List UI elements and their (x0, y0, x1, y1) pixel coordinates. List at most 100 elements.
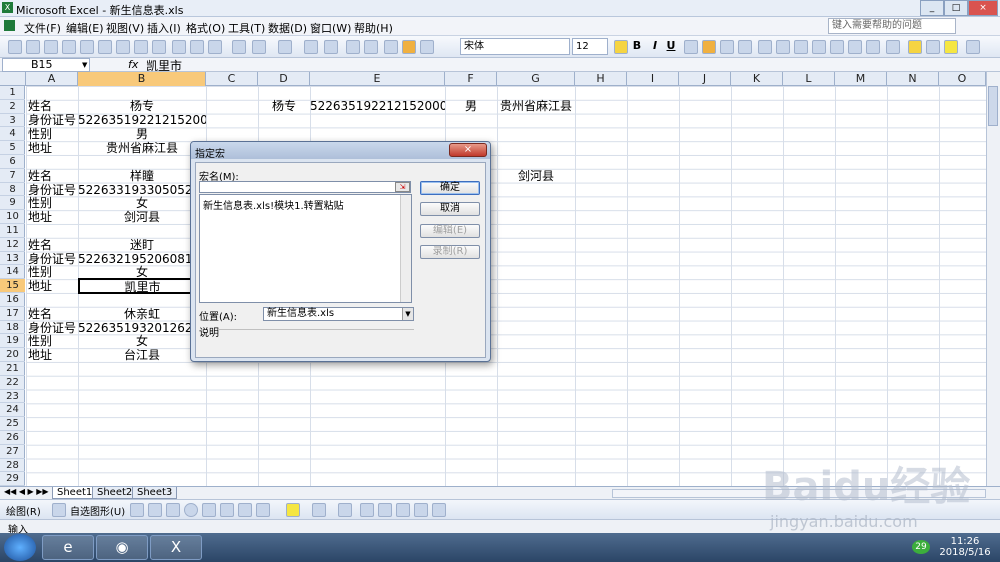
menu-edit[interactable]: 编辑(E) (66, 20, 104, 36)
autoshapes-button[interactable]: 自选图形(U) (70, 503, 125, 518)
column-header-e[interactable]: E (310, 72, 445, 86)
row-header[interactable]: 19 (0, 334, 25, 349)
start-button-icon[interactable] (4, 534, 36, 561)
maximize-button[interactable]: □ (944, 0, 968, 16)
cell-a12[interactable]: 姓名 (28, 238, 52, 252)
row-header[interactable]: 4 (0, 127, 25, 142)
row-header[interactable]: 22 (0, 376, 25, 390)
row-header[interactable]: 24 (0, 403, 25, 418)
ref-collapse-icon[interactable]: ⇲ (395, 182, 410, 192)
cell-a2[interactable]: 姓名 (28, 99, 52, 113)
drawing-icon[interactable] (402, 40, 416, 54)
row-header[interactable]: 21 (0, 362, 25, 376)
hyperlink-icon[interactable] (304, 40, 318, 54)
row-header[interactable]: 28 (0, 459, 25, 473)
row-header[interactable]: 23 (0, 390, 25, 404)
column-header-a[interactable]: A (26, 72, 78, 86)
cell-a3[interactable]: 身份证号 (28, 113, 76, 127)
cut-icon[interactable] (172, 40, 186, 54)
cell-b19[interactable]: 女 (78, 334, 206, 348)
save-icon[interactable] (44, 40, 58, 54)
clipart-icon[interactable] (256, 503, 270, 517)
tab-sheet2[interactable]: Sheet2 (92, 487, 138, 499)
line-icon[interactable] (130, 503, 144, 517)
column-header-o[interactable]: O (939, 72, 986, 86)
smiley-icon-2[interactable] (908, 40, 922, 54)
cell-d2[interactable]: 杨专 (258, 99, 310, 113)
spelling-icon[interactable] (134, 40, 148, 54)
name-box[interactable]: B15 (2, 58, 90, 72)
fill-color-icon[interactable] (944, 40, 958, 54)
ok-button[interactable]: 确定 (420, 181, 480, 195)
menu-format[interactable]: 格式(O) (186, 20, 225, 36)
cell-f2[interactable]: 男 (445, 99, 497, 113)
row-header[interactable]: 18 (0, 321, 25, 335)
bold-button[interactable]: B (630, 39, 644, 52)
arrow-style-icon[interactable] (396, 503, 410, 517)
oval-icon[interactable] (184, 503, 198, 517)
row-header[interactable]: 17 (0, 307, 25, 321)
excel-taskbar-icon[interactable]: X (150, 535, 202, 560)
row-header[interactable]: 16 (0, 293, 25, 307)
cell-b13[interactable]: 522632195206081000 (78, 252, 206, 266)
system-clock[interactable]: 11:26 2018/5/16 (936, 536, 994, 558)
row-header[interactable]: 10 (0, 210, 25, 224)
textbox-icon[interactable] (202, 503, 216, 517)
wordart-icon[interactable] (220, 503, 234, 517)
merge-center-icon[interactable] (738, 40, 752, 54)
increase-indent-icon[interactable] (866, 40, 880, 54)
vertical-scrollbar[interactable] (986, 72, 1000, 487)
cell-a17[interactable]: 姓名 (28, 307, 52, 321)
tab-sheet1[interactable]: Sheet1 (52, 487, 98, 499)
font-color-icon-draw[interactable] (338, 503, 352, 517)
increase-decimal-icon[interactable] (812, 40, 826, 54)
cell-a4[interactable]: 性别 (28, 127, 52, 141)
menu-tools[interactable]: 工具(T) (228, 20, 265, 36)
cell-b12[interactable]: 迷盯 (78, 238, 206, 252)
autosum-icon[interactable] (324, 40, 338, 54)
sort-descending-icon[interactable] (364, 40, 378, 54)
column-header-h[interactable]: H (575, 72, 627, 86)
column-header-b[interactable]: B (78, 72, 206, 86)
menu-file[interactable]: 文件(F) (24, 20, 61, 36)
row-header[interactable]: 27 (0, 445, 25, 459)
print-icon[interactable] (98, 40, 112, 54)
smiley-icon[interactable] (614, 40, 628, 54)
insert-function-icon[interactable]: fx (128, 58, 138, 71)
column-header-m[interactable]: M (835, 72, 887, 86)
select-all-corner[interactable] (0, 72, 26, 86)
line-color-icon[interactable] (312, 503, 326, 517)
row-header[interactable]: 5 (0, 141, 25, 155)
row-header[interactable]: 2 (0, 100, 25, 114)
column-header-k[interactable]: K (731, 72, 783, 86)
diagram-icon[interactable] (238, 503, 252, 517)
menu-insert[interactable]: 插入(I) (147, 20, 181, 36)
decrease-decimal-icon[interactable] (830, 40, 844, 54)
menu-view[interactable]: 视图(V) (106, 20, 144, 36)
notification-badge[interactable]: 29 (912, 540, 930, 554)
copy-icon[interactable] (190, 40, 204, 54)
email-icon[interactable] (80, 40, 94, 54)
open-icon[interactable] (26, 40, 40, 54)
chevron-down-icon[interactable]: ▼ (82, 61, 87, 69)
cell-b9[interactable]: 女 (78, 196, 206, 210)
row-header[interactable]: 13 (0, 252, 25, 266)
row-header[interactable]: 11 (0, 224, 25, 238)
help-icon[interactable] (420, 40, 434, 54)
cell-a10[interactable]: 地址 (28, 210, 52, 224)
tab-nav-arrows-icon[interactable]: ◀◀ ◀ ▶ ▶▶ (4, 487, 49, 496)
row-header[interactable]: 7 (0, 169, 25, 183)
column-header-g[interactable]: G (497, 72, 575, 86)
row-header[interactable]: 1 (0, 86, 25, 100)
redo-icon[interactable] (278, 40, 292, 54)
dialog-titlebar[interactable]: 指定宏 × (191, 142, 490, 160)
column-header-c[interactable]: C (206, 72, 258, 86)
align-left-icon[interactable] (684, 40, 698, 54)
font-name-select[interactable]: 宋体 (460, 38, 570, 55)
cell-b5[interactable]: 贵州省麻江县 (78, 141, 206, 155)
cell-a18[interactable]: 身份证号 (28, 321, 76, 335)
cell-b20[interactable]: 台江县 (78, 348, 206, 362)
row-header[interactable]: 6 (0, 155, 25, 169)
rectangle-icon[interactable] (166, 503, 180, 517)
row-header[interactable]: 12 (0, 238, 25, 252)
